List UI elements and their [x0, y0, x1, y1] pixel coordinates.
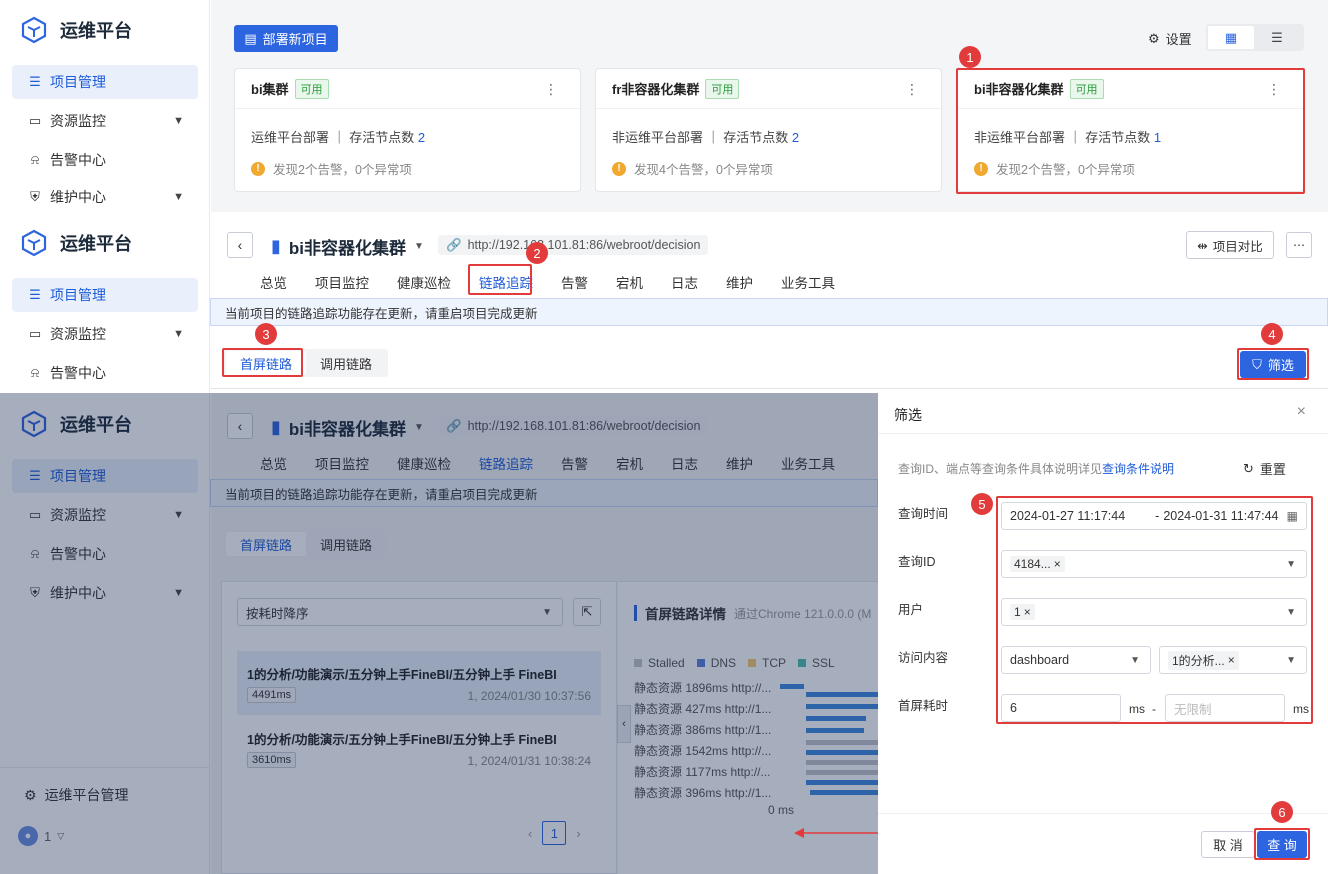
chevron-down-icon: ▼: [173, 115, 184, 127]
tab-maintain[interactable]: 维护: [726, 272, 753, 292]
list-icon: ☰: [1271, 29, 1283, 45]
duration-label: 首屏耗时: [898, 699, 949, 713]
warning-icon: !: [251, 161, 265, 176]
document-icon: ▮: [271, 236, 281, 256]
modal-overlay[interactable]: [0, 393, 878, 874]
app-title: 运维平台: [60, 21, 132, 41]
user-label: 用户: [898, 603, 924, 617]
sidebar-item-projects[interactable]: ☰ 项目管理: [12, 278, 198, 312]
tab-health-check[interactable]: 健康巡检: [397, 272, 451, 292]
content-label: 访问内容: [898, 651, 949, 665]
tab-downtime[interactable]: 宕机: [616, 272, 643, 292]
project-card[interactable]: bi集群 可用 ⋮ 运维平台部署 ｜ 存活节点数 2 ! 发现2个告警，0个异常项: [234, 68, 581, 192]
cube-logo-icon: [21, 229, 47, 257]
settings-button[interactable]: ⚙ 设置: [1148, 29, 1192, 48]
update-notice: 当前项目的链路追踪功能存在更新，请重启项目完成更新: [210, 298, 1328, 326]
tab-alert[interactable]: 告警: [561, 272, 588, 292]
annotation-box-6: [1254, 828, 1310, 860]
deploy-button[interactable]: ▤ 部署新项目: [234, 25, 338, 52]
more-button[interactable]: ⋯: [1286, 232, 1312, 258]
monitor-icon: ▭: [28, 326, 42, 341]
annotation-box-1: [956, 68, 1305, 194]
hint-link[interactable]: 查询条件说明: [1102, 462, 1174, 476]
sidebar-item-alert[interactable]: ⍾ 告警中心: [12, 143, 198, 177]
view-toggle: ▦ ☰: [1206, 24, 1304, 51]
id-label: 查询ID: [898, 555, 936, 569]
tab-log[interactable]: 日志: [671, 272, 698, 292]
subtab-call-trace[interactable]: 调用链路: [306, 351, 386, 375]
time-label: 查询时间: [898, 507, 949, 521]
list-view-button[interactable]: ☰: [1254, 26, 1300, 49]
tab-business-tools[interactable]: 业务工具: [781, 272, 835, 292]
drawer-title: 筛选: [894, 407, 922, 423]
tab-project-monitor[interactable]: 项目监控: [315, 272, 369, 292]
annotation-box-4: [1237, 348, 1309, 380]
app-title: 运维平台: [60, 234, 132, 254]
deploy-icon: ▤: [244, 30, 257, 46]
more-icon[interactable]: ⋮: [544, 81, 558, 98]
gear-icon: ⚙: [1148, 30, 1160, 46]
divider: [211, 388, 1328, 389]
sidebar-item-resource[interactable]: ▭ 资源监控 ▼: [12, 104, 198, 138]
project-title[interactable]: ▮ bi非容器化集群 ▼: [271, 234, 424, 259]
annotation-badge-5: 5: [971, 493, 993, 515]
grid-view-button[interactable]: ▦: [1208, 26, 1254, 49]
chevron-down-icon: ▼: [173, 328, 184, 340]
compare-button[interactable]: ⇹ 项目对比: [1186, 231, 1274, 259]
annotation-badge-6: 6: [1271, 801, 1293, 823]
sidebar-item-resource[interactable]: ▭ 资源监控 ▼: [12, 317, 198, 351]
link-icon: 🔗: [446, 237, 462, 252]
sidebar-item-projects[interactable]: ☰ 项目管理: [12, 65, 198, 99]
warning-icon: !: [612, 161, 626, 176]
tab-overview[interactable]: 总览: [260, 272, 287, 292]
cube-logo-icon: [21, 16, 47, 44]
sidebar-middle: 运维平台 ☰ 项目管理 ▭ 资源监控 ▼ ⍾ 告警中心: [0, 212, 210, 393]
annotation-badge-4: 4: [1261, 323, 1283, 345]
grid-icon: ▦: [1224, 29, 1238, 45]
filter-hint: 查询ID、端点等查询条件具体说明详见查询条件说明: [898, 462, 1175, 476]
status-badge: 可用: [294, 78, 329, 99]
project-url[interactable]: 🔗 http://192.168.101.81:86/webroot/decisi…: [438, 235, 709, 255]
sidebar-item-alert[interactable]: ⍾ 告警中心: [12, 356, 198, 390]
refresh-icon: ↻: [1243, 460, 1254, 476]
more-icon[interactable]: ⋮: [905, 81, 919, 98]
bell-icon: ⍾: [30, 152, 40, 167]
sidebar-item-maintain[interactable]: ⛨ 维护中心 ▼: [12, 182, 198, 212]
back-button[interactable]: ‹: [227, 232, 253, 258]
reset-button[interactable]: ↻ 重置: [1243, 459, 1286, 478]
shield-icon: ⛨: [30, 189, 40, 204]
status-badge: 可用: [705, 78, 740, 99]
annotation-box-2: [468, 264, 532, 295]
list-icon: ☰: [29, 74, 41, 89]
project-card[interactable]: fr非容器化集群 可用 ⋮ 非运维平台部署 ｜ 存活节点数 2 ! 发现4个告警，0…: [595, 68, 942, 192]
compare-icon: ⇹: [1197, 238, 1208, 253]
logo: 运维平台: [20, 16, 132, 44]
annotation-badge-3: 3: [255, 323, 277, 345]
close-icon[interactable]: ×: [1297, 403, 1306, 421]
annotation-box-5: [996, 496, 1313, 724]
sidebar-top: 运维平台 ☰ 项目管理 ▭ 资源监控 ▼ ⍾ 告警中心 ⛨ 维护中心 ▼: [0, 0, 210, 212]
list-icon: ☰: [29, 287, 41, 302]
monitor-icon: ▭: [28, 113, 42, 128]
cancel-button[interactable]: 取 消: [1201, 831, 1255, 858]
chevron-down-icon: ▼: [173, 191, 184, 203]
annotation-box-3: [222, 348, 303, 377]
project-tabs: 总览 项目监控 健康巡检 链路追踪 告警 宕机 日志 维护 业务工具: [260, 272, 863, 292]
chevron-down-icon: ▼: [414, 241, 424, 252]
bell-icon: ⍾: [30, 365, 40, 380]
annotation-badge-1: 1: [959, 46, 981, 68]
annotation-badge-2: 2: [526, 242, 548, 264]
logo: 运维平台: [20, 229, 132, 257]
